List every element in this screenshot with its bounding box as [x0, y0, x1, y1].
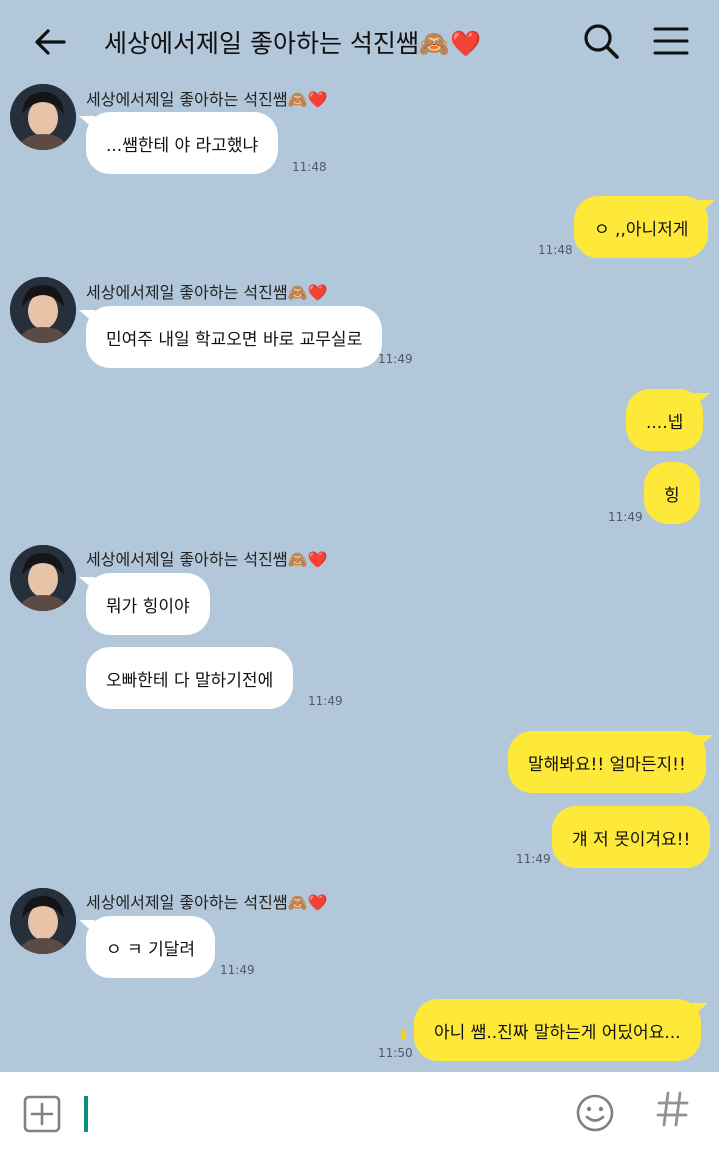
incoming-message[interactable]: 오빠한테 다 말하기전에	[86, 647, 294, 709]
sender-name: 세상에서제일 좋아하는 석진쌤🙈❤️	[86, 893, 328, 912]
chat-header: 세상에서제일 좋아하는 석진쌤🙈❤️	[0, 0, 719, 82]
emoji-smile-icon[interactable]	[574, 1092, 616, 1134]
profile-photo-icon	[10, 545, 76, 611]
sender-name: 세상에서제일 좋아하는 석진쌤🙈❤️	[86, 283, 328, 302]
avatar[interactable]	[10, 277, 76, 343]
message-time: 11:48	[292, 160, 327, 174]
message-time: 11:50	[378, 1046, 413, 1060]
outgoing-message[interactable]: 말해봐요!! 얼마든지!!	[508, 731, 713, 793]
chat-title: 세상에서제일 좋아하는 석진쌤🙈❤️	[104, 29, 482, 58]
search-icon[interactable]	[580, 20, 622, 62]
message-input-bar	[0, 1072, 719, 1156]
sender-name: 세상에서제일 좋아하는 석진쌤🙈❤️	[86, 550, 328, 569]
incoming-message[interactable]: 민여주 내일 학교오면 바로 교무실로	[78, 306, 383, 368]
message-time: 11:49	[220, 963, 255, 977]
outgoing-message[interactable]: 아니 쌤..진짜 말하는게 어딨어요...	[414, 999, 708, 1061]
outgoing-message[interactable]: ㅇ ,,아니저게	[574, 196, 716, 258]
message-time: 11:49	[308, 694, 343, 708]
arrow-left-icon[interactable]	[30, 22, 70, 62]
hash-icon[interactable]	[656, 1090, 690, 1128]
profile-photo-icon	[10, 84, 76, 150]
outgoing-message[interactable]: 힝	[644, 462, 700, 524]
message-time: 11:49	[378, 352, 413, 366]
sender-name: 세상에서제일 좋아하는 석진쌤🙈❤️	[86, 90, 328, 109]
incoming-message[interactable]: ...쌤한테 야 라고했냐	[78, 112, 279, 174]
message-time: 11:49	[608, 510, 643, 524]
profile-photo-icon	[10, 888, 76, 954]
avatar[interactable]	[10, 888, 76, 954]
avatar[interactable]	[10, 84, 76, 150]
plus-square-icon[interactable]	[22, 1094, 62, 1134]
message-time: 11:48	[538, 243, 573, 257]
outgoing-message[interactable]: ....넵	[626, 389, 711, 451]
unread-marker	[402, 1030, 405, 1040]
incoming-message[interactable]: 뭐가 힝이야	[79, 573, 210, 635]
profile-photo-icon	[10, 277, 76, 343]
message-input[interactable]	[94, 1092, 554, 1136]
outgoing-message[interactable]: 걔 저 못이겨요!!	[552, 806, 711, 868]
hamburger-menu-icon[interactable]	[650, 20, 692, 62]
message-time: 11:49	[516, 852, 551, 866]
incoming-message[interactable]: ㅇ ㅋ 기달려	[78, 916, 216, 978]
avatar[interactable]	[10, 545, 76, 611]
message-input-cursor[interactable]	[84, 1096, 88, 1132]
